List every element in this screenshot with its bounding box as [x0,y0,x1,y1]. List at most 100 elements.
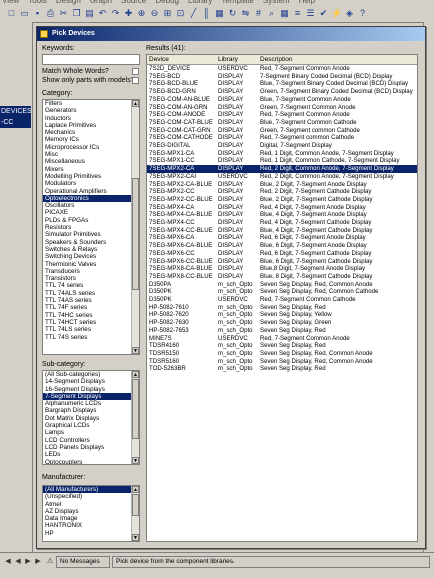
category-item[interactable]: PICAXE [43,209,131,216]
result-row[interactable]: 7SEG-MPX2-CA DISPLAY Red, 2 Digit, Common … [147,165,417,173]
subcategory-item[interactable]: LEDs [43,451,131,458]
result-row[interactable]: HP-5082-7610 m_sch_Opto Seven Seg Display,… [147,304,417,312]
dialog-titlebar[interactable]: Pick Devices [37,27,425,41]
subcategory-item[interactable]: 16-Segment Displays [43,386,131,393]
prev-page-icon[interactable]: ◀ [14,557,22,566]
subcategory-item[interactable]: Bargraph Displays [43,407,131,414]
category-item[interactable]: TTL 74F series [43,304,131,311]
menu-design[interactable]: Design [56,0,81,5]
subcategory-item[interactable]: Graphical LCDs [43,422,131,429]
mirror-icon[interactable]: ⇋ [240,8,251,19]
result-row[interactable]: D350PA m_sch_Opto Seven Seg Display, Red, … [147,281,417,289]
keywords-input[interactable] [42,54,140,65]
last-page-icon[interactable]: ▶ [34,557,42,566]
new-icon[interactable]: □ [6,8,17,19]
category-item[interactable]: Transducers [43,268,131,275]
category-item[interactable]: Optoelectronics [43,194,131,203]
manufacturer-scrollbar[interactable]: ▲ ▼ [131,486,139,541]
result-row[interactable]: 7SEG-COM-CAT-BLUE DISPLAY Blue, 7-Segment … [147,119,417,127]
result-row[interactable]: D350PK USERDVC Red, 7-Segment Common Catho… [147,296,417,304]
result-row[interactable]: 7SEG-BCD DISPLAY 7-Segment Binary Coded De… [147,73,417,81]
erc-icon[interactable]: ✔ [318,8,329,19]
results-table[interactable]: Device Library Description 7S2D_DEVICE US… [146,54,418,542]
scroll-down-icon[interactable]: ▼ [132,457,139,464]
menu-graph[interactable]: Graph [90,0,112,5]
subcategory-item[interactable]: (All Sub-categories) [43,371,131,378]
undo-icon[interactable]: ↶ [97,8,108,19]
open-icon[interactable]: ▭ [19,8,30,19]
search-icon[interactable]: ⌕ [266,8,277,19]
manufacturer-item[interactable]: (All Manufacturers) [43,486,131,494]
scroll-down-icon[interactable]: ▼ [132,534,139,541]
result-row[interactable]: 7SEG-BCD-BLUE DISPLAY Blue, 7-Segment Bina… [147,80,417,88]
bom-icon[interactable]: ☰ [305,8,316,19]
zoom-in-icon[interactable]: ⊕ [136,8,147,19]
category-item[interactable]: TTL 74 series [43,282,131,289]
result-row[interactable]: 7SEG-COM-CATHODE DISPLAY Red, 7-Segment co… [147,134,417,142]
column-description[interactable]: Description [260,56,417,63]
result-row[interactable]: 7SEG-MPX2-CA-BLUE DISPLAY Blue, 2 Digit, 7… [147,181,417,189]
result-row[interactable]: 7SEG-MPX8-CC-BLUE DISPLAY Blue, 8 Digit, 7… [147,273,417,281]
result-row[interactable]: 7SEG-MPX2-CC-BLUE DISPLAY Blue, 2 Digit, 7… [147,196,417,204]
help-icon[interactable]: ? [357,8,368,19]
category-item[interactable]: Microprocessor ICs [43,144,131,151]
subcategory-item[interactable]: Optocouplers [43,459,131,464]
next-page-icon[interactable]: ▶ [24,557,32,566]
wand-icon[interactable]: ⚡ [331,8,342,19]
scroll-thumb[interactable] [132,178,139,290]
result-row[interactable]: D350PK m_sch_Opto Seven Seg Display, Red, … [147,288,417,296]
category-item[interactable]: Switches & Relays [43,246,131,253]
category-item[interactable]: Miscellaneous [43,158,131,165]
category-item[interactable]: Transistors [43,275,131,282]
category-list[interactable]: Filters Generators Inductors Laplace Primit… [42,99,140,355]
devices-label[interactable]: DEVICES -CC [0,106,31,128]
subcategory-item[interactable]: Dot Matrix Displays [43,415,131,422]
category-item[interactable]: TTL 74AS series [43,297,131,304]
category-item[interactable]: Laplace Primitives [43,122,131,129]
result-row[interactable]: TDSR5160 m_sch_Opto Seven Seg Display, Red… [147,358,417,366]
category-item[interactable]: Simulator Primitives [43,231,131,238]
menu-help[interactable]: Help [299,0,315,5]
manufacturer-item[interactable]: Data Image [43,515,131,522]
copy-icon[interactable]: ❐ [71,8,82,19]
zoom-out-icon[interactable]: ⊖ [149,8,160,19]
category-item[interactable]: Resistors [43,224,131,231]
match-whole-words-checkbox[interactable] [132,68,139,75]
result-row[interactable]: 7SEG-BCD-GRN DISPLAY Green, 7-Segment Bina… [147,88,417,96]
subcategory-item[interactable]: 14-Segment Displays [43,378,131,385]
category-item[interactable]: Mechanics [43,129,131,136]
category-item[interactable]: Misc [43,151,131,158]
manufacturer-item[interactable]: HP [43,530,131,537]
result-row[interactable]: 7SEG-MPX6-CA DISPLAY Red, 6 Digit, 7-Segme… [147,234,417,242]
category-item[interactable]: Mixers [43,166,131,173]
category-item[interactable]: TTL 74HCT series [43,319,131,326]
result-row[interactable]: 7SEG-MPX1-CC DISPLAY Red, 1 Digit, Common … [147,157,417,165]
category-scrollbar[interactable]: ▲ ▼ [131,100,139,354]
zoom-all-icon[interactable]: ⊞ [162,8,173,19]
menu-template[interactable]: Template [221,0,253,5]
tag-icon[interactable]: # [253,8,264,19]
result-row[interactable]: TDSR4160 m_sch_Opto Seven Seg Display, Red [147,342,417,350]
category-item[interactable]: Speakers & Sounders [43,239,131,246]
block-icon[interactable]: ▦ [214,8,225,19]
zoom-area-icon[interactable]: ⊡ [175,8,186,19]
scroll-up-icon[interactable]: ▲ [132,100,139,107]
subcategory-item[interactable]: LCD Panels Displays [43,444,131,451]
category-item[interactable]: Modulators [43,180,131,187]
result-row[interactable]: 7SEG-MPX4-CC-BLUE DISPLAY Blue, 4 Digit, 7… [147,227,417,235]
result-row[interactable]: 7SEG-MPX4-CC DISPLAY Red, 4 Digit, 7-Segme… [147,219,417,227]
cut-icon[interactable]: ✂ [58,8,69,19]
result-row[interactable]: 7SEG-MPX4-CA-BLUE DISPLAY Blue, 4 Digit, 7… [147,211,417,219]
result-row[interactable]: 7SEG-DIGITAL DISPLAY Digital, 7-Segment Di… [147,142,417,150]
manufacturer-item[interactable]: HANTRONIX [43,522,131,529]
scroll-thumb[interactable] [132,379,139,439]
category-item[interactable]: Oscillators [43,202,131,209]
result-row[interactable]: 7SEG-MPX4-CA DISPLAY Red, 4 Digit, 7-Segme… [147,204,417,212]
scroll-down-icon[interactable]: ▼ [132,347,139,354]
menu-system[interactable]: System [263,0,290,5]
result-row[interactable]: TDSR5150 m_sch_Opto Seven Seg Display, Red… [147,350,417,358]
category-item[interactable]: Memory ICs [43,136,131,143]
category-item[interactable]: Thermionic Valves [43,261,131,268]
category-item[interactable]: PLDs & FPGAs [43,217,131,224]
column-device[interactable]: Device [149,56,216,63]
